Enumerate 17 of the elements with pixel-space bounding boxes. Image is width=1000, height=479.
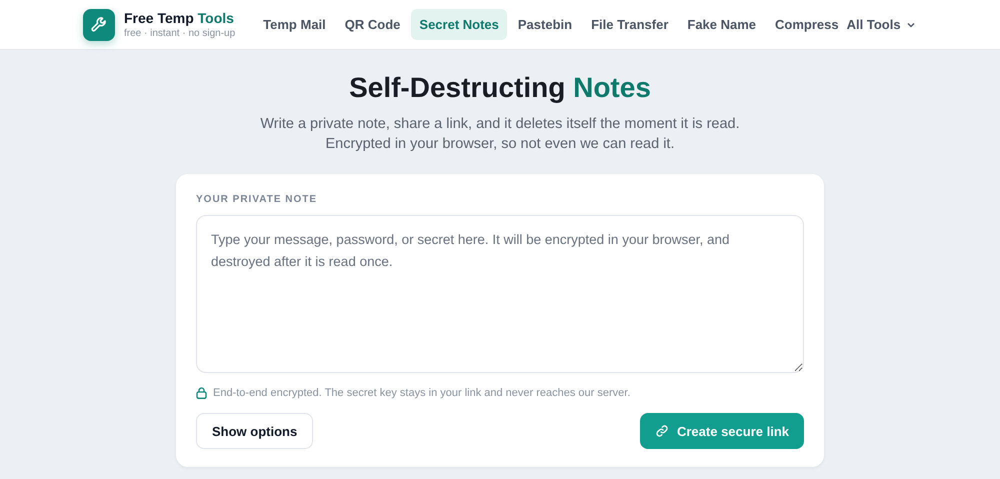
all-tools-menu[interactable]: All Tools <box>846 17 915 32</box>
nav-link[interactable]: File Transfer <box>583 9 676 40</box>
nav-link[interactable]: QR Code <box>336 9 408 40</box>
brand-tagline: free · instant · no sign-up <box>124 28 236 39</box>
note-input[interactable]: Type your message, password, or secret here. It will be encrypted in your browser, and destroyed after it is read once. <box>196 215 804 373</box>
nav-link[interactable]: Fake Name <box>679 9 764 40</box>
page-title: Self-Destructing Notes <box>349 72 651 104</box>
field-label: YOUR PRIVATE NOTE <box>196 194 318 205</box>
subtitle-line: Write a private note, share a link, and it deletes itself the moment it is read. <box>260 115 740 134</box>
show-options-button[interactable]: Show options <box>196 413 314 449</box>
brand-name[interactable]: Free Temp Tools <box>124 10 236 26</box>
nav-link[interactable]: Pastebin <box>510 9 580 40</box>
subtitle-line: Encrypted in your browser, so not even we can read it. <box>326 135 674 154</box>
encryption-note: End-to-end encrypted. The secret key stays in your link and never reaches our server. <box>213 387 630 399</box>
nav-link[interactable]: Secret Notes <box>411 9 507 40</box>
nav-link[interactable]: Temp Mail <box>255 9 334 40</box>
nav-link[interactable]: Compress <box>767 9 847 40</box>
